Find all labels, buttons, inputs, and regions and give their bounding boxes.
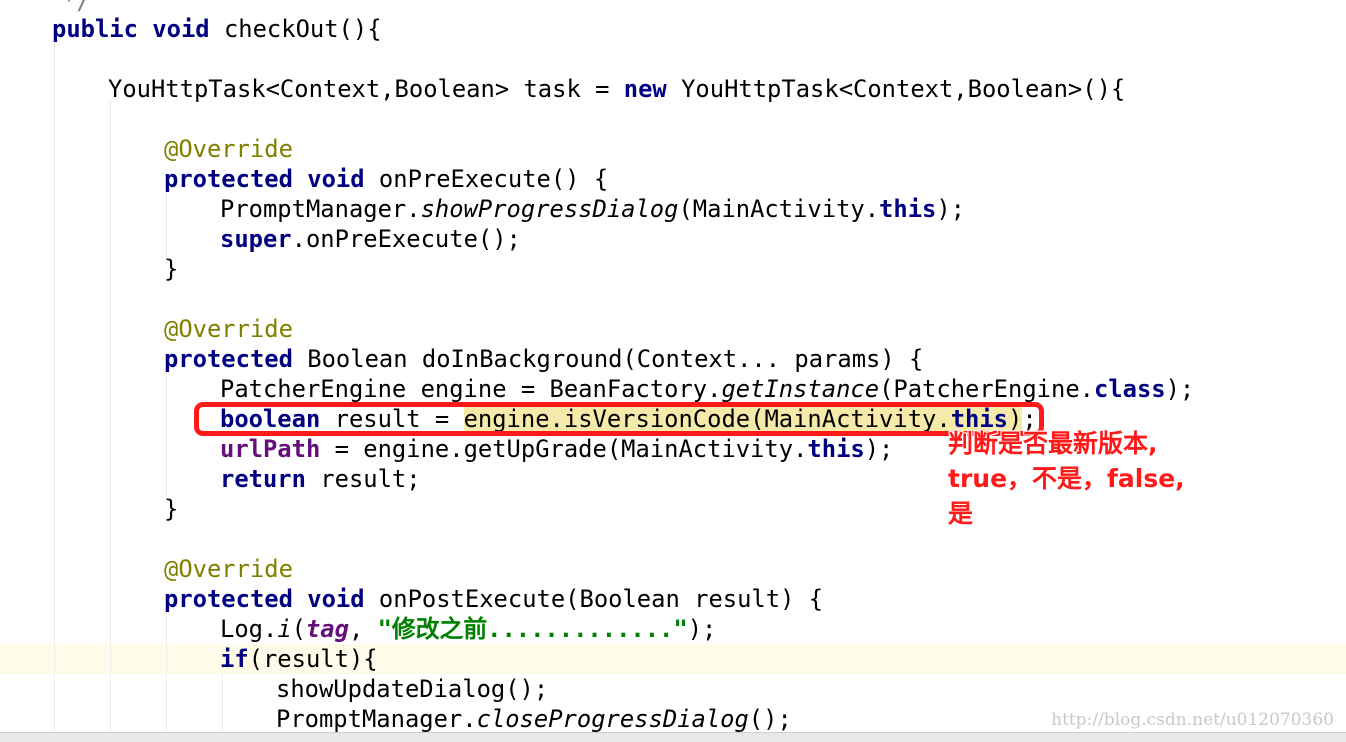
code-line: return result; (220, 465, 421, 493)
code-line: } (164, 255, 179, 283)
indent-guide (110, 100, 111, 742)
code-line: super.onPreExecute(); (220, 225, 521, 253)
code-line: PromptManager.showProgressDialog(MainAct… (220, 195, 966, 223)
code-line: if(result){ (220, 645, 378, 673)
code-line: showUpdateDialog(); (276, 675, 549, 703)
code-line: PromptManager.closeProgressDialog(); (276, 705, 792, 733)
watermark: http://blog.csdn.net/u012070360 (1051, 710, 1334, 730)
code-line: @Override (164, 555, 293, 583)
code-line: YouHttpTask<Context,Boolean> task = new … (108, 75, 1126, 103)
annotation-line: 判断是否最新版本, (948, 429, 1158, 458)
code-line: PatcherEngine engine = BeanFactory.getIn… (220, 375, 1195, 403)
indent-guide (54, 40, 55, 742)
indent-guide (166, 612, 167, 742)
annotation-note: 判断是否最新版本, true，不是，false, 是 (948, 426, 1208, 531)
code-line: @Override (164, 315, 293, 343)
horizontal-scrollbar[interactable] (0, 732, 1346, 742)
code-line: urlPath = engine.getUpGrade(MainActivity… (220, 435, 894, 463)
annotation-highlight-box (194, 402, 1044, 436)
code-line: protected void onPreExecute() { (164, 165, 609, 193)
code-line: Log.i(tag, "修改之前............."); (220, 615, 717, 643)
annotation-line: 是 (948, 499, 974, 528)
code-line: @Override (164, 135, 293, 163)
code-line: } (164, 495, 179, 523)
annotation-line: true，不是，false, (948, 464, 1185, 493)
code-line: protected void onPostExecute(Boolean res… (164, 585, 824, 613)
code-line: public void checkOut(){ (52, 15, 382, 43)
current-line-highlight (0, 644, 1346, 674)
indent-guide (166, 372, 167, 496)
code-editor[interactable]: */ public void checkOut(){ YouHttpTask<C… (0, 0, 1346, 742)
code-line: protected Boolean doInBackground(Context… (164, 345, 924, 373)
